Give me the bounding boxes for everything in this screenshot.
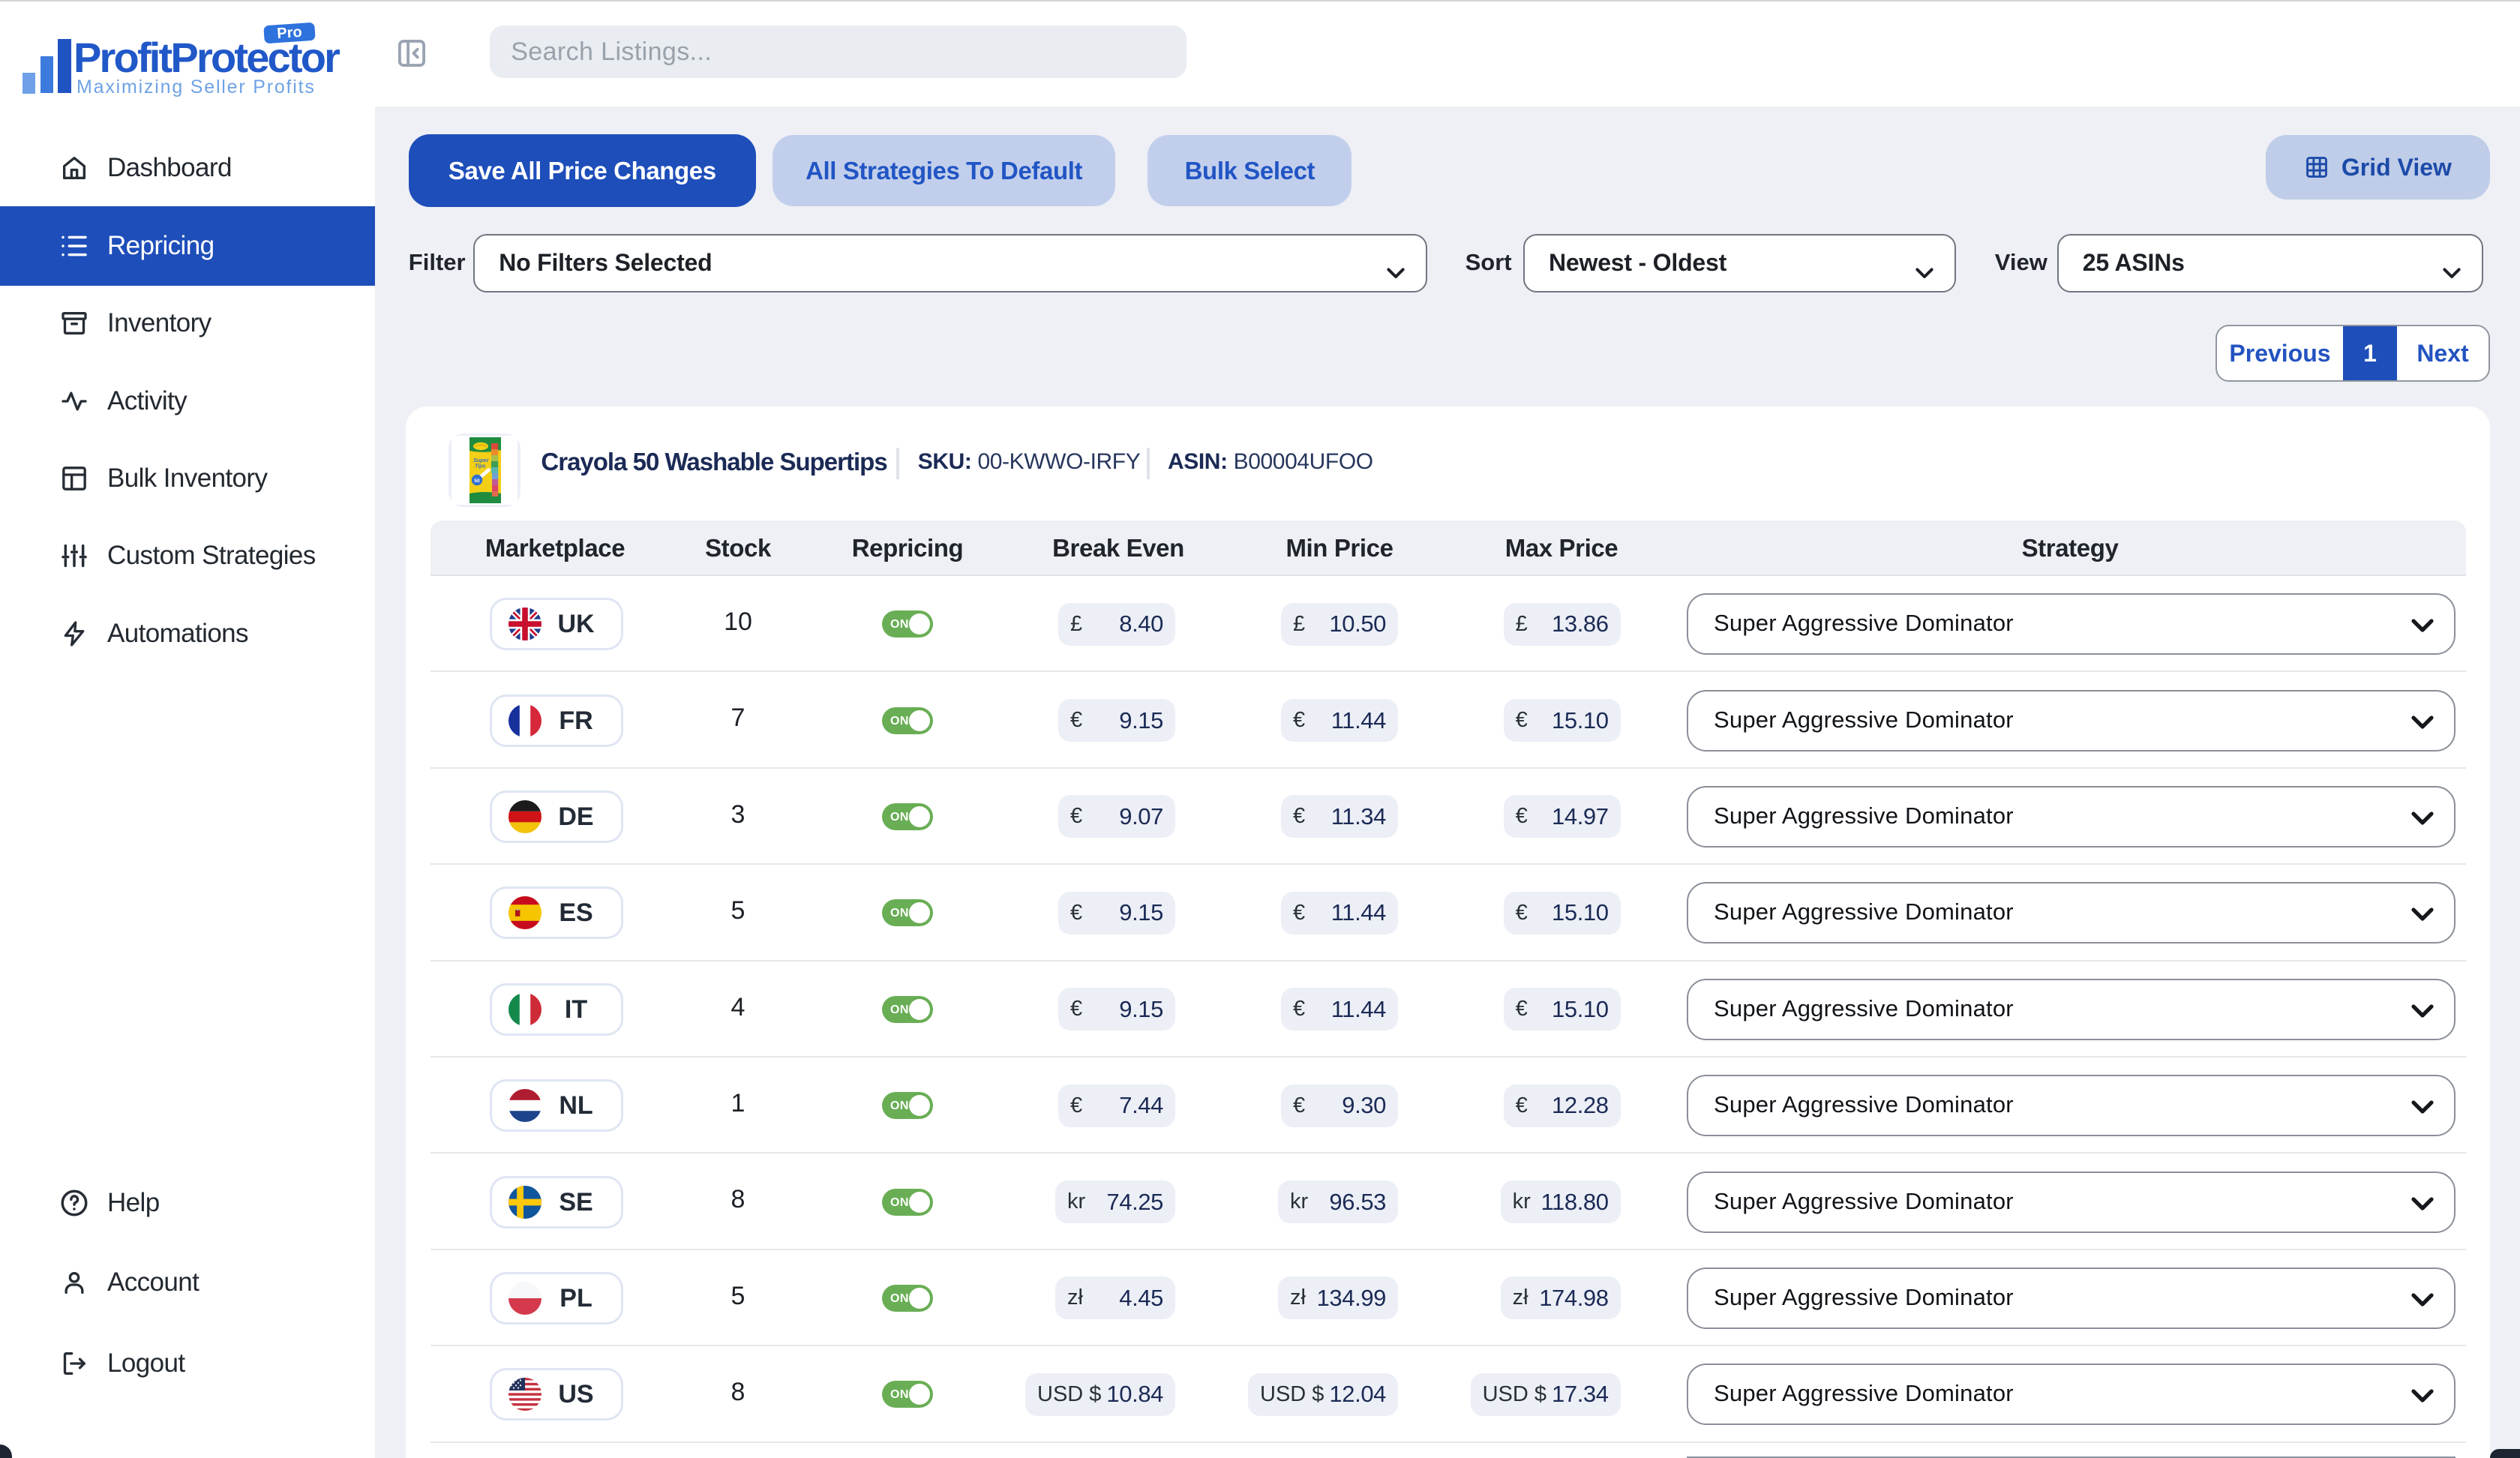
svg-text:Tips: Tips	[475, 462, 486, 469]
svg-text:50: 50	[474, 478, 480, 484]
